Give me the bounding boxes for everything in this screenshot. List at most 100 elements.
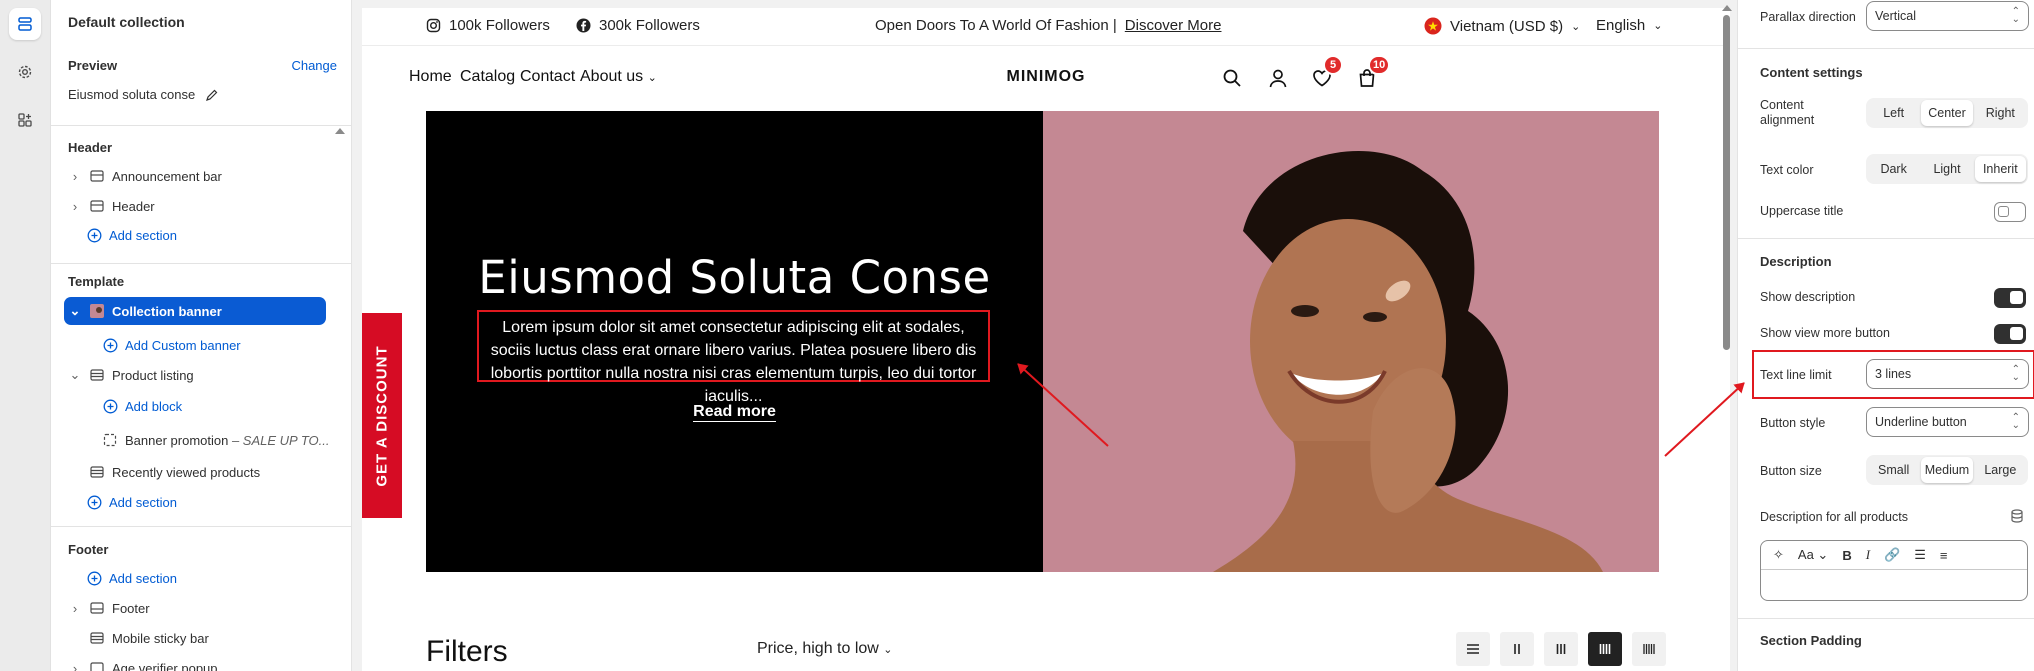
sidebar-item-mobile-sticky-bar[interactable]: Mobile sticky bar xyxy=(51,625,351,651)
select-arrows-icon: ⌃ ⌄ xyxy=(2011,412,2020,431)
scroll-up-icon[interactable] xyxy=(335,128,345,134)
add-section-footer[interactable]: Add section xyxy=(51,565,351,591)
sidebar-item-label: Footer xyxy=(112,600,150,616)
button-style-select[interactable]: Underline button ⌃ ⌄ xyxy=(1866,407,2029,437)
read-more-button[interactable]: Read more xyxy=(426,403,1043,422)
alignment-right[interactable]: Right xyxy=(1975,100,2026,126)
change-link[interactable]: Change xyxy=(291,58,337,73)
button-size-large[interactable]: Large xyxy=(1975,457,2026,483)
apps-icon[interactable] xyxy=(9,104,41,136)
chevron-right-icon[interactable]: › xyxy=(69,169,81,184)
parallax-direction-select[interactable]: Vertical ⌃ ⌄ xyxy=(1866,1,2029,31)
currency-selector[interactable]: Vietnam (USD $) ⌄ xyxy=(1424,17,1580,35)
scroll-up-icon[interactable] xyxy=(1722,5,1732,11)
plus-circle-icon xyxy=(86,570,102,586)
sidebar-item-recently-viewed[interactable]: Recently viewed products xyxy=(51,459,351,485)
facebook-followers[interactable]: 300k Followers xyxy=(576,17,700,34)
alignment-center[interactable]: Center xyxy=(1921,100,1973,126)
grid-2-icon[interactable] xyxy=(1500,632,1534,666)
sidebar-item-footer[interactable]: › Footer xyxy=(51,595,351,621)
button-size-toggle: Small Medium Large xyxy=(1866,455,2028,485)
add-custom-banner-label: Add Custom banner xyxy=(125,337,241,353)
grid-3-icon[interactable] xyxy=(1544,632,1578,666)
list-view-icon[interactable] xyxy=(1456,632,1490,666)
store-logo[interactable]: MINIMOG xyxy=(362,68,1730,86)
sidebar-item-collection-banner[interactable]: ⌄ Collection banner xyxy=(64,297,326,325)
add-section-label: Add section xyxy=(109,494,177,510)
get-discount-tab[interactable]: GET A DISCOUNT xyxy=(362,313,402,518)
sidebar-item-label: Age verifier popup xyxy=(112,660,218,671)
text-color-inherit[interactable]: Inherit xyxy=(1974,156,2026,182)
discover-more-link[interactable]: Discover More xyxy=(1125,17,1222,34)
theme-editor: Default collection Preview Change Eiusmo… xyxy=(0,0,2034,671)
content-alignment-toggle: Left Center Right xyxy=(1866,98,2028,128)
pencil-icon[interactable] xyxy=(205,88,219,102)
add-section-header[interactable]: Add section xyxy=(51,222,351,248)
chevron-right-icon[interactable]: › xyxy=(69,199,81,214)
text-color-dark[interactable]: Dark xyxy=(1868,156,1919,182)
numbered-list-icon[interactable]: ≡ xyxy=(1940,548,1948,563)
uppercase-title-toggle[interactable] xyxy=(1994,202,2026,222)
chevron-down-icon: ⌄ xyxy=(1571,20,1581,33)
ai-sparkle-icon[interactable]: ✧ xyxy=(1773,547,1784,563)
gear-icon[interactable] xyxy=(9,56,41,88)
add-custom-banner[interactable]: Add Custom banner xyxy=(51,332,351,358)
show-view-more-toggle[interactable] xyxy=(1994,324,2026,344)
bullet-list-icon[interactable]: ☰ xyxy=(1914,547,1926,563)
bold-icon[interactable]: B xyxy=(1842,548,1851,563)
sidebar-item-label: Recently viewed products xyxy=(112,464,261,480)
sidebar-item-announcement-bar[interactable]: › Announcement bar xyxy=(51,163,351,189)
grid-4-icon[interactable] xyxy=(1588,632,1622,666)
sidebar-item-age-verifier[interactable]: › Age verifier popup xyxy=(51,655,351,671)
italic-icon[interactable]: I xyxy=(1866,547,1870,563)
text-line-limit-select[interactable]: 3 lines ⌃ ⌄ xyxy=(1866,359,2029,389)
grid-5-icon[interactable] xyxy=(1632,632,1666,666)
chevron-down-icon: ⌄ xyxy=(883,644,893,656)
preview-label: Preview xyxy=(68,58,118,73)
sidebar-item-banner-promotion[interactable]: Banner promotion – SALE UP TO... xyxy=(51,427,351,453)
button-size-small[interactable]: Small xyxy=(1868,457,1919,483)
content-settings-heading: Content settings xyxy=(1760,65,1863,80)
database-icon[interactable] xyxy=(2010,509,2024,523)
text-format-icon[interactable]: Aa ⌄ xyxy=(1798,547,1828,563)
sort-dropdown[interactable]: Price, high to low ⌄ xyxy=(757,640,893,658)
show-description-toggle[interactable] xyxy=(1994,288,2026,308)
sidebar-item-sublabel: – SALE UP TO... xyxy=(231,432,330,448)
section-icon xyxy=(89,464,105,480)
show-view-more-label: Show view more button xyxy=(1760,326,1890,340)
vietnam-flag-icon xyxy=(1424,17,1442,35)
select-arrows-icon: ⌃ ⌄ xyxy=(2011,364,2020,383)
rich-text-editor[interactable]: ✧ Aa ⌄ B I 🔗 ☰ ≡ xyxy=(1760,540,2028,601)
sections-sidebar: Default collection Preview Change Eiusmo… xyxy=(51,0,352,671)
block-dashed-icon xyxy=(102,432,118,448)
sections-icon[interactable] xyxy=(9,8,41,40)
chevron-down-icon[interactable]: ⌄ xyxy=(69,303,81,319)
parallax-direction-label: Parallax direction xyxy=(1760,10,1856,24)
instagram-followers[interactable]: 100k Followers xyxy=(426,17,550,34)
section-icon xyxy=(89,630,105,646)
woman-portrait-image xyxy=(1043,111,1659,572)
banner-title: Eiusmod Soluta Conse xyxy=(478,251,991,304)
sidebar-item-product-listing[interactable]: ⌄ Product listing xyxy=(51,362,351,388)
filters-heading: Filters xyxy=(426,635,508,668)
chevron-right-icon[interactable]: › xyxy=(69,601,81,616)
add-block-label: Add block xyxy=(125,398,183,414)
text-color-light[interactable]: Light xyxy=(1921,156,1972,182)
chevron-down-icon[interactable]: ⌄ xyxy=(69,367,81,383)
language-selector[interactable]: English ⌄ xyxy=(1596,17,1662,34)
section-icon xyxy=(89,660,105,671)
footer-group-label: Footer xyxy=(68,542,109,557)
button-size-medium[interactable]: Medium xyxy=(1921,457,1973,483)
preview-value: Eiusmod soluta conse xyxy=(68,87,219,102)
sidebar-item-header[interactable]: › Header xyxy=(51,193,351,219)
add-section-template[interactable]: Add section xyxy=(51,489,351,515)
preview-scrollbar[interactable] xyxy=(1723,15,1730,350)
sidebar-item-label: Header xyxy=(112,198,155,214)
add-block[interactable]: Add block xyxy=(51,393,351,419)
account-icon[interactable] xyxy=(1268,68,1288,93)
chevron-right-icon[interactable]: › xyxy=(69,661,81,671)
facebook-icon xyxy=(576,18,591,33)
search-icon[interactable] xyxy=(1222,68,1242,93)
alignment-left[interactable]: Left xyxy=(1868,100,1919,126)
link-icon[interactable]: 🔗 xyxy=(1884,547,1900,563)
